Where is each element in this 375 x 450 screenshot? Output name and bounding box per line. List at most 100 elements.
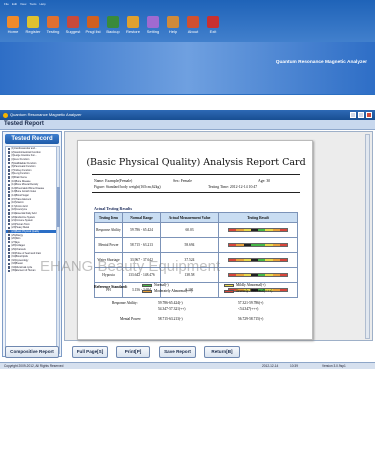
- record-checkbox[interactable]: [8, 255, 11, 258]
- toolbar-button[interactable]: Home: [3, 12, 23, 42]
- record-checkbox[interactable]: [8, 269, 11, 273]
- tab-tested-report[interactable]: Tested Report: [4, 121, 44, 127]
- patient-sex: Sex: Female: [173, 179, 192, 183]
- record-checkbox[interactable]: [8, 262, 11, 265]
- menu-item[interactable]: Tools: [29, 2, 36, 10]
- report-actions: Full Page[S] Print[P] Save Report Return…: [66, 346, 366, 358]
- report-scrollbar[interactable]: [365, 134, 370, 339]
- record-label: (27)Eye: [11, 240, 20, 244]
- record-checkbox[interactable]: [8, 183, 11, 186]
- menu-item[interactable]: File: [4, 2, 9, 10]
- record-checkbox[interactable]: [8, 259, 11, 262]
- record-checkbox[interactable]: [8, 205, 11, 208]
- menu-item[interactable]: View: [20, 2, 26, 10]
- col-testing-item: Testing Item: [94, 212, 123, 223]
- record-checkbox[interactable]: [8, 230, 11, 233]
- bar-segment: [229, 259, 237, 261]
- record-checkbox[interactable]: [8, 147, 11, 150]
- record-checkbox[interactable]: [8, 219, 11, 222]
- toolbar-button[interactable]: Backup: [103, 12, 123, 42]
- record-checkbox[interactable]: [8, 226, 11, 230]
- record-list-scrollbar[interactable]: [56, 146, 60, 354]
- record-label: (30)Pulse of heart and brain: [11, 251, 42, 255]
- standard-value: 57.321-59.786(+): [238, 301, 264, 305]
- help-icon: [167, 16, 179, 28]
- watermark-text: EHANG Beauty Equipment: [40, 258, 221, 275]
- toolbar-label: Help: [168, 29, 178, 34]
- toolbar-label: Exit: [209, 29, 217, 34]
- record-label: (33)Breast: [11, 262, 23, 266]
- record-checkbox[interactable]: [8, 154, 11, 158]
- record-checkbox[interactable]: [8, 165, 11, 168]
- record-label: (23)Heavy Metal: [11, 226, 29, 230]
- toolbar-button[interactable]: Suggest: [63, 12, 83, 42]
- record-checkbox[interactable]: [8, 161, 11, 165]
- record-checkbox[interactable]: [8, 233, 11, 237]
- gear-icon: [147, 16, 159, 28]
- record-checkbox[interactable]: [8, 248, 11, 251]
- legend-swatch: [224, 283, 234, 287]
- record-checkbox[interactable]: [8, 158, 11, 161]
- record-checkbox[interactable]: [8, 208, 11, 212]
- record-label: (18)Coenzyme: [11, 208, 28, 212]
- minimize-icon[interactable]: [350, 112, 356, 118]
- suggest-icon: [67, 16, 79, 28]
- save-report-button[interactable]: Save Report: [159, 346, 196, 358]
- record-label: (31)Blood lipids: [11, 255, 28, 259]
- bar-segment: [243, 229, 251, 231]
- close-icon[interactable]: [366, 112, 372, 118]
- record-label: (9)Brain Nerve: [11, 176, 27, 180]
- record-checkbox[interactable]: [8, 266, 11, 269]
- compositive-report-button[interactable]: Compositive Report: [5, 346, 59, 358]
- record-checkbox[interactable]: [8, 241, 11, 244]
- record-checkbox[interactable]: [8, 176, 11, 179]
- record-checkbox[interactable]: [8, 194, 11, 197]
- record-checkbox[interactable]: [8, 215, 11, 219]
- menu-item[interactable]: Help: [39, 2, 45, 10]
- toolbar-label: Restore: [125, 29, 140, 34]
- maximize-icon[interactable]: [358, 112, 364, 118]
- legend-text: Moderately Abnormal(++): [154, 289, 193, 293]
- record-checkbox[interactable]: [8, 201, 11, 204]
- record-checkbox[interactable]: [8, 212, 11, 215]
- record-checkbox[interactable]: [8, 169, 11, 172]
- col-actual-value: Actual Measurement Value: [160, 212, 219, 223]
- menu-item[interactable]: Edit: [12, 2, 17, 10]
- toolbar-button[interactable]: Register: [23, 12, 43, 42]
- record-checkbox[interactable]: [8, 179, 11, 183]
- toolbar-button[interactable]: Setting: [143, 12, 163, 42]
- full-page-button[interactable]: Full Page[S]: [72, 346, 108, 358]
- record-checkbox[interactable]: [8, 251, 11, 255]
- toolbar-button[interactable]: Help: [163, 12, 183, 42]
- record-checkbox[interactable]: [8, 172, 11, 176]
- toolbar-button[interactable]: Restore: [123, 12, 143, 42]
- record-checkbox[interactable]: [8, 187, 11, 190]
- record-checkbox[interactable]: [8, 223, 11, 226]
- record-label: (16)Vitamin: [11, 201, 24, 205]
- standard-value: 58.715-63.213(-): [158, 317, 183, 321]
- menu-bar: File Edit View Tools Help: [4, 2, 46, 10]
- scrollbar-thumb[interactable]: [57, 187, 60, 227]
- backup-icon: [107, 16, 119, 28]
- bar-segment: [258, 259, 266, 261]
- record-checkbox[interactable]: [8, 151, 11, 154]
- record-checkbox[interactable]: [8, 237, 11, 240]
- record-checkbox[interactable]: [8, 190, 11, 194]
- print-button[interactable]: Print[P]: [116, 346, 150, 358]
- bar-segment: [236, 259, 244, 261]
- record-checkbox[interactable]: [8, 244, 11, 248]
- record-checkbox[interactable]: [8, 197, 11, 201]
- cell-result: [218, 222, 298, 238]
- status-time: 10:39: [290, 364, 298, 368]
- toolbar-button[interactable]: Prsgl list: [83, 12, 103, 42]
- toolbar-button[interactable]: About: [183, 12, 203, 42]
- toolbar-button[interactable]: Exit: [203, 12, 223, 42]
- results-section-title: Actual Testing Results: [94, 206, 133, 211]
- return-button[interactable]: Return[B]: [204, 346, 240, 358]
- toolbar-label: Backup: [106, 29, 120, 34]
- bar-segment: [279, 229, 287, 231]
- standard-value: 56.729-58.715(+): [238, 317, 264, 321]
- record-list[interactable]: (1)Cardiovascular and... (2)Gastrointesti…: [5, 146, 58, 354]
- toolbar-button[interactable]: Testing: [43, 12, 63, 42]
- bar-segment: [258, 274, 266, 276]
